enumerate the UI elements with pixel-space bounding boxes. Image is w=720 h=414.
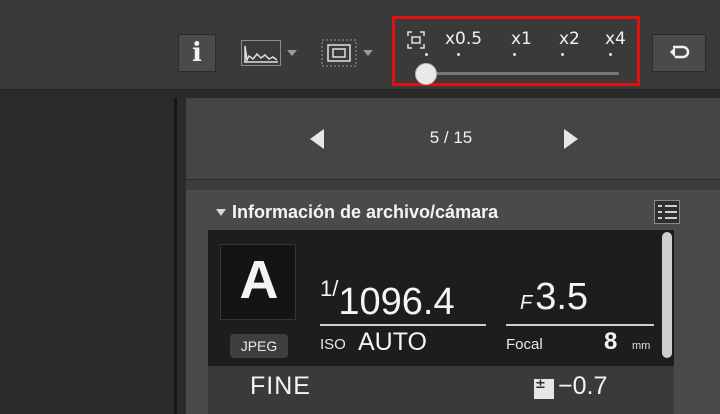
zoom-x2[interactable]: x2 <box>559 29 580 49</box>
image-counter: 5 / 15 <box>429 128 473 147</box>
list-view-icon[interactable] <box>654 200 680 224</box>
shutter-fraction: 1/ <box>320 276 339 301</box>
exposure-mode: A <box>220 244 296 320</box>
toolbar: i x0.5 x1 x2 x4 <box>0 0 720 90</box>
iso-value: AUTO <box>358 328 427 356</box>
file-camera-info-section: Información de archivo/cámara A JPEG 1/1… <box>186 190 720 414</box>
undo-icon <box>670 45 690 59</box>
chevron-down-icon <box>287 50 297 56</box>
focal-value: 8 <box>604 328 618 355</box>
info-icon: i <box>192 38 202 68</box>
exposure-compensation-icon: ± <box>534 379 554 399</box>
image-quality: FINE <box>250 372 311 400</box>
zoom-x1[interactable]: x1 <box>511 29 532 49</box>
zoom-control: x0.5 x1 x2 x4 <box>392 16 640 86</box>
aperture: F3.5 <box>520 276 588 319</box>
info-panel: 5 / 15 Información de archivo/cámara A J… <box>186 98 720 414</box>
quality-row: FINE ± −0.7 <box>208 366 674 414</box>
prev-arrow-icon[interactable] <box>310 129 324 149</box>
zoom-slider-thumb[interactable] <box>415 63 437 85</box>
iso-label: ISO <box>320 336 346 353</box>
histogram-icon <box>241 40 281 66</box>
focal-label: Focal <box>506 336 543 353</box>
info-button[interactable]: i <box>178 34 216 72</box>
divider <box>506 324 654 326</box>
exposure-compensation-value: −0.7 <box>558 372 608 400</box>
zoom-slider-track[interactable] <box>429 72 619 75</box>
focal-unit: mm <box>632 340 651 352</box>
image-navigation: 5 / 15 <box>186 98 720 180</box>
next-arrow-icon[interactable] <box>564 129 578 149</box>
panel-separator[interactable] <box>174 98 177 414</box>
divider <box>320 324 486 326</box>
section-title[interactable]: Información de archivo/cámara <box>232 202 498 223</box>
chevron-down-icon <box>363 50 373 56</box>
scrollbar[interactable] <box>662 232 672 358</box>
shutter-speed: 1/1096.4 <box>320 276 455 324</box>
undo-button[interactable] <box>652 34 706 72</box>
histogram-button[interactable] <box>232 34 306 72</box>
exposure-mode-value: A <box>239 250 279 310</box>
zoom-x4[interactable]: x4 <box>605 29 626 49</box>
camera-info-display: A JPEG 1/1096.4 F3.5 ISO AUTO Focal 8 mm… <box>208 230 674 414</box>
zoom-labels: x0.5 x1 x2 x4 <box>407 29 635 53</box>
af-point-icon <box>321 39 357 67</box>
aperture-prefix: F <box>520 292 533 314</box>
shutter-value: 1096.4 <box>338 281 455 323</box>
zoom-tick-marks <box>395 53 643 59</box>
af-point-button[interactable] <box>314 34 380 72</box>
collapse-caret-icon[interactable] <box>216 209 226 216</box>
aperture-value: 3.5 <box>535 276 589 318</box>
zoom-x05[interactable]: x0.5 <box>445 29 482 49</box>
file-format-badge: JPEG <box>230 334 288 358</box>
